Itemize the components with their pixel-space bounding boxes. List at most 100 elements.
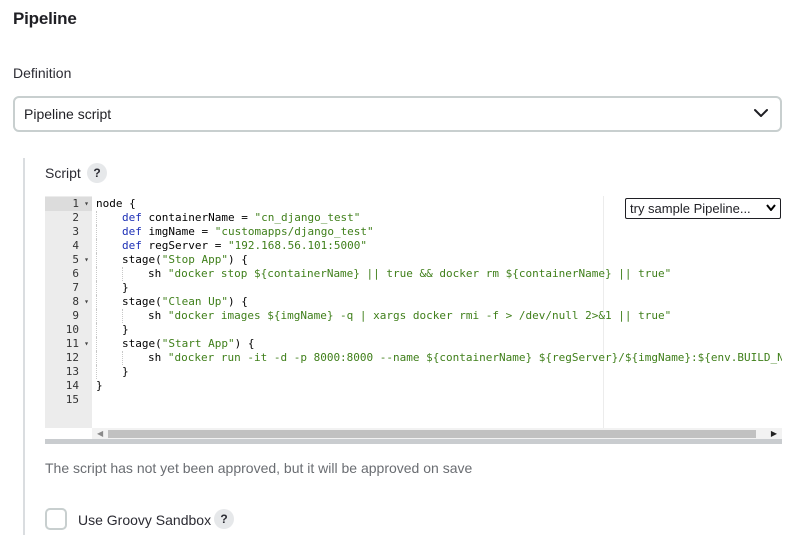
line-number-text: 15 <box>65 393 79 406</box>
indent-guide <box>96 365 97 379</box>
line-number-text: 2 <box>72 211 79 224</box>
line-number: 5 ▾ <box>45 253 92 267</box>
groovy-sandbox-checkbox[interactable] <box>45 508 67 530</box>
code-line: def regServer = "192.168.56.101:5000" <box>122 239 367 253</box>
code-token-text: stage( <box>122 337 162 350</box>
line-number-text: 12 <box>65 351 79 364</box>
indent-guide <box>122 267 123 281</box>
code-line: sh "docker stop ${containerName} || true… <box>148 267 671 281</box>
script-label: Script <box>45 165 81 181</box>
code-token-text: containerName = <box>141 211 255 224</box>
line-number-text: 11 <box>65 337 79 350</box>
code-editor[interactable]: 1 ▾ 2 3 4 5 ▾ 6 7 8 ▾ 9 10 11 ▾ 12 13 14 15 node {def cont… <box>45 196 782 444</box>
code-token-string: "Clean Up" <box>161 295 228 308</box>
fold-toggle-icon[interactable]: ▾ <box>84 253 89 267</box>
definition-select[interactable]: Pipeline script <box>13 96 782 132</box>
indent-guide <box>96 337 97 351</box>
code-token-keyword: def <box>122 239 142 252</box>
line-number-text: 1 <box>72 197 79 210</box>
indent-guide <box>96 225 97 239</box>
line-number-text: 4 <box>72 239 79 252</box>
line-number: 1 ▾ <box>45 197 92 211</box>
code-token-string: "docker images ${imgName} -q | xargs doc… <box>167 309 672 322</box>
line-number-text: 9 <box>72 309 79 322</box>
code-line: stage("Stop App") { <box>122 253 248 267</box>
line-number-text: 3 <box>72 225 79 238</box>
try-sample-pipeline-select[interactable]: try sample Pipeline... <box>625 198 781 219</box>
indent-guide <box>96 309 97 323</box>
code-token-text: ) { <box>227 295 248 308</box>
code-token-string: "192.168.56.101:5000" <box>227 239 368 252</box>
code-token-text: ) { <box>234 337 255 350</box>
code-token-string: "docker stop ${containerName} || true &&… <box>167 267 672 280</box>
code-line: } <box>122 323 129 337</box>
code-token-string: "customapps/django_test" <box>214 225 374 238</box>
fold-toggle-icon[interactable]: ▾ <box>84 295 89 309</box>
code-token-text: stage( <box>122 253 162 266</box>
sandbox-help-button[interactable]: ? <box>214 509 234 529</box>
code-line: stage("Clean Up") { <box>122 295 248 309</box>
line-number-text: 7 <box>72 281 79 294</box>
line-number: 9 <box>45 309 92 323</box>
scrollbar-thumb[interactable] <box>108 430 756 438</box>
line-number: 2 <box>45 211 92 225</box>
editor-gutter: 1 ▾ 2 3 4 5 ▾ 6 7 8 ▾ 9 10 11 ▾ 12 13 14 15 <box>45 196 92 428</box>
code-token-string: "docker run -it -d -p 8000:8000 --name $… <box>167 351 782 364</box>
line-number: 11 ▾ <box>45 337 92 351</box>
fold-toggle-icon[interactable]: ▾ <box>84 197 89 211</box>
code-token-string: "Stop App" <box>161 253 228 266</box>
code-token-text: imgName = <box>141 225 215 238</box>
groovy-sandbox-label[interactable]: Use Groovy Sandbox <box>78 512 211 528</box>
code-token-text: sh <box>148 267 168 280</box>
code-line: sh "docker run -it -d -p 8000:8000 --nam… <box>148 351 782 365</box>
code-line: } <box>122 281 129 295</box>
code-line: stage("Start App") { <box>122 337 254 351</box>
scroll-right-arrow-icon[interactable]: ▶ <box>771 429 777 438</box>
code-token-text: } <box>122 365 129 378</box>
code-token-string: "Start App" <box>161 337 235 350</box>
code-token-text: regServer = <box>141 239 228 252</box>
line-number-text: 13 <box>65 365 79 378</box>
code-token-text: } <box>122 281 129 294</box>
horizontal-scrollbar[interactable]: ◀ ▶ <box>92 428 782 439</box>
code-line: } <box>96 379 103 393</box>
line-number: 14 <box>45 379 92 393</box>
code-line: node { <box>96 197 136 211</box>
line-number: 3 <box>45 225 92 239</box>
code-line: def imgName = "customapps/django_test" <box>122 225 374 239</box>
line-number-text: 10 <box>65 323 79 336</box>
line-number: 10 <box>45 323 92 337</box>
code-token-text: sh <box>148 351 168 364</box>
line-number: 12 <box>45 351 92 365</box>
line-number-text: 6 <box>72 267 79 280</box>
line-number-text: 14 <box>65 379 79 392</box>
chevron-down-icon <box>754 109 768 117</box>
line-number: 4 <box>45 239 92 253</box>
indent-guide <box>96 323 97 337</box>
script-help-button[interactable]: ? <box>87 163 107 183</box>
indent-guide <box>96 211 97 225</box>
scroll-left-arrow-icon[interactable]: ◀ <box>97 429 103 438</box>
indent-guide <box>122 351 123 365</box>
line-number: 8 ▾ <box>45 295 92 309</box>
line-number-text: 5 <box>72 253 79 266</box>
code-token-text: } <box>122 323 129 336</box>
indent-guide <box>122 309 123 323</box>
sample-select-value: try sample Pipeline... <box>630 201 751 216</box>
definition-label: Definition <box>13 65 72 81</box>
code-token-string: "cn_django_test" <box>254 211 361 224</box>
fold-toggle-icon[interactable]: ▾ <box>84 337 89 351</box>
line-number-text: 8 <box>72 295 79 308</box>
code-line: } <box>122 365 129 379</box>
chevron-down-icon <box>766 204 776 211</box>
indent-guide <box>96 281 97 295</box>
code-token-keyword: def <box>122 225 142 238</box>
nested-section-rule <box>23 158 25 535</box>
line-number: 15 <box>45 393 92 407</box>
line-number: 6 <box>45 267 92 281</box>
indent-guide <box>96 239 97 253</box>
code-token-keyword: def <box>122 211 142 224</box>
code-token-text: node { <box>96 197 136 210</box>
indent-guide <box>96 351 97 365</box>
code-token-text: ) { <box>227 253 248 266</box>
